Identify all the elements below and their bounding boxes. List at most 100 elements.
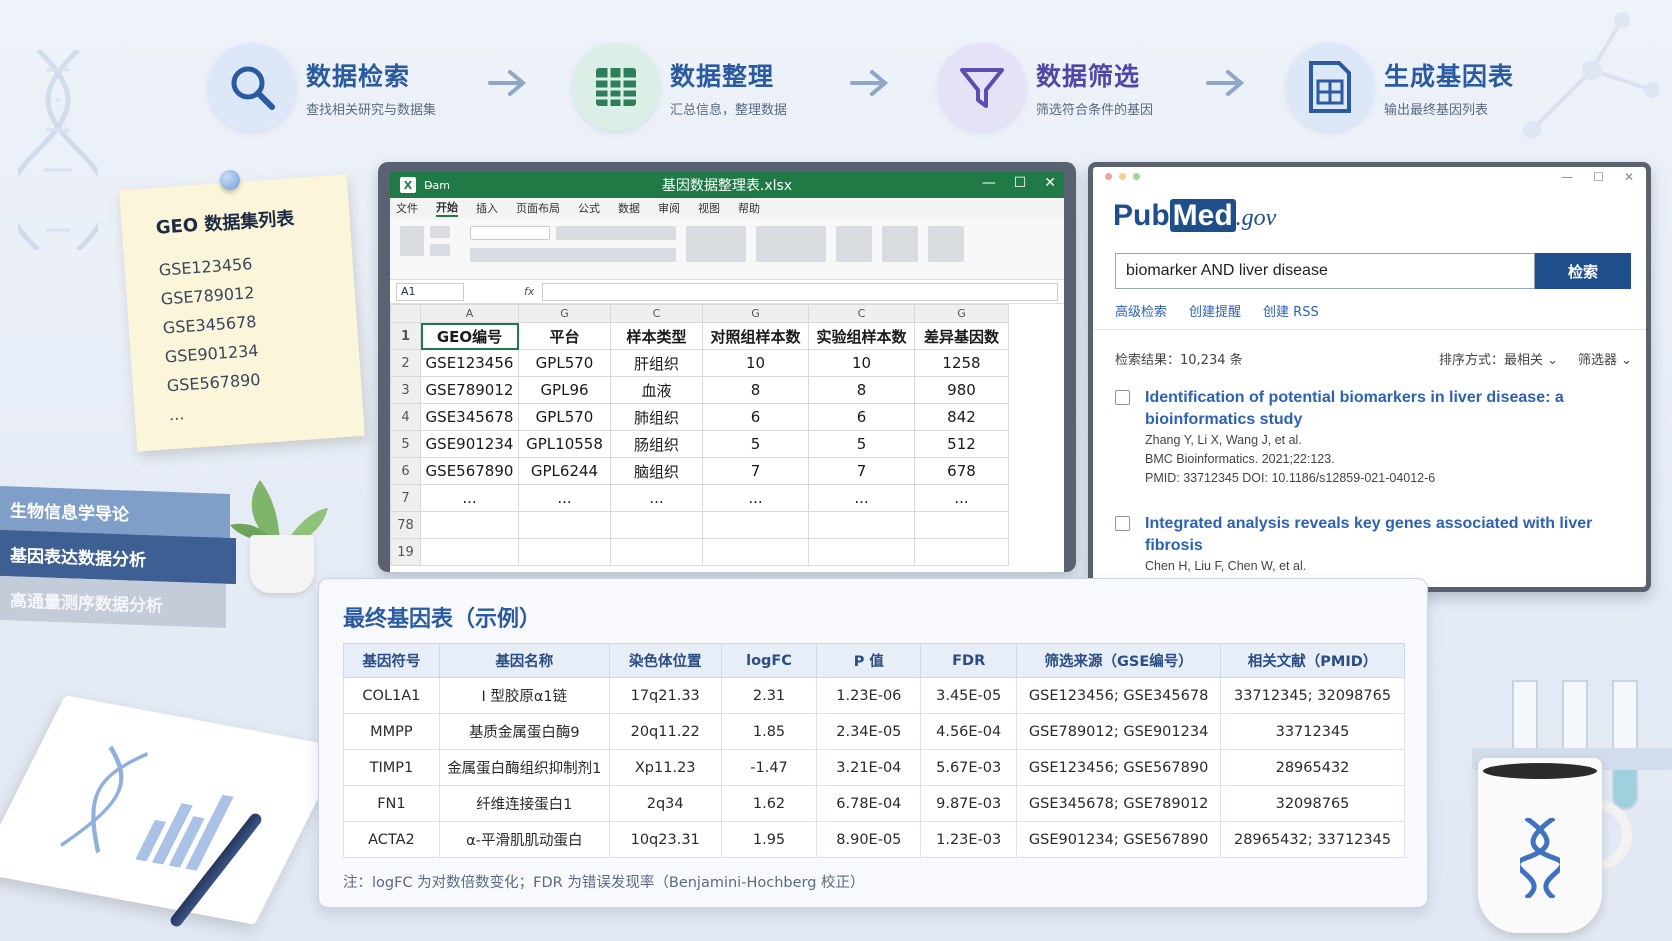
- cell[interactable]: 6: [702, 403, 809, 431]
- menu-review[interactable]: 审阅: [658, 200, 680, 216]
- cell[interactable]: 6: [808, 403, 915, 431]
- cell[interactable]: 脑组织: [610, 457, 703, 485]
- cell[interactable]: 实验组样本数: [808, 322, 915, 350]
- font-tools[interactable]: [556, 226, 676, 240]
- cell[interactable]: [808, 538, 915, 566]
- cell[interactable]: [610, 511, 703, 539]
- close-icon[interactable]: ✕: [1624, 170, 1634, 184]
- cell[interactable]: GPL570: [518, 349, 611, 377]
- conditional-format-icon[interactable]: [836, 226, 872, 262]
- cell[interactable]: ...: [518, 484, 611, 512]
- close-dot-icon[interactable]: [1105, 173, 1112, 180]
- row-header[interactable]: 6: [390, 457, 421, 485]
- cell[interactable]: ...: [914, 484, 1009, 512]
- cell[interactable]: GSE789012: [420, 376, 519, 404]
- cell[interactable]: 5: [808, 430, 915, 458]
- cell[interactable]: 肝组织: [610, 349, 703, 377]
- cell[interactable]: [808, 511, 915, 539]
- column-header[interactable]: C: [808, 304, 915, 323]
- menu-page-layout[interactable]: 页面布局: [516, 200, 560, 216]
- cell[interactable]: 10: [808, 349, 915, 377]
- cell[interactable]: [420, 538, 519, 566]
- menu-insert[interactable]: 插入: [476, 200, 498, 216]
- format-table-icon[interactable]: [882, 226, 918, 262]
- cell[interactable]: 血液: [610, 376, 703, 404]
- row-header[interactable]: 78: [390, 511, 421, 539]
- row-header[interactable]: 5: [390, 430, 421, 458]
- cell[interactable]: GPL570: [518, 403, 611, 431]
- cell[interactable]: 678: [914, 457, 1009, 485]
- alignment-tools[interactable]: [686, 226, 746, 262]
- pubmed-logo[interactable]: Pub Med .gov: [1113, 199, 1276, 233]
- maximize-icon[interactable]: ☐: [1593, 170, 1604, 184]
- cut-icon[interactable]: [430, 226, 450, 238]
- corner-cell[interactable]: [390, 304, 421, 323]
- menu-help[interactable]: 帮助: [738, 200, 760, 216]
- cell[interactable]: ...: [610, 484, 703, 512]
- advanced-search-link[interactable]: 高级检索: [1115, 301, 1167, 320]
- cell[interactable]: GSE567890: [420, 457, 519, 485]
- cell[interactable]: 肠组织: [610, 430, 703, 458]
- formula-input[interactable]: [542, 282, 1058, 301]
- cell[interactable]: [420, 511, 519, 539]
- close-icon[interactable]: ✕: [1044, 175, 1056, 191]
- cell[interactable]: [610, 538, 703, 566]
- result-title-link[interactable]: Integrated analysis reveals key genes as…: [1145, 513, 1635, 557]
- cell[interactable]: GPL96: [518, 376, 611, 404]
- cell[interactable]: ...: [808, 484, 915, 512]
- menu-view[interactable]: 视图: [698, 200, 720, 216]
- name-box[interactable]: A1: [396, 282, 464, 301]
- menu-data[interactable]: 数据: [618, 200, 640, 216]
- cell[interactable]: 平台: [518, 322, 611, 350]
- cell[interactable]: 7: [702, 457, 809, 485]
- cell[interactable]: [702, 511, 809, 539]
- create-rss-link[interactable]: 创建 RSS: [1263, 301, 1319, 320]
- row-header[interactable]: 7: [390, 484, 421, 512]
- cell[interactable]: ...: [420, 484, 519, 512]
- row-header[interactable]: 4: [390, 403, 421, 431]
- row-header[interactable]: 3: [390, 376, 421, 404]
- cell[interactable]: 肺组织: [610, 403, 703, 431]
- sort-dropdown[interactable]: 排序方式：最相关 ⌄: [1439, 349, 1558, 368]
- cell[interactable]: [518, 511, 611, 539]
- row-header[interactable]: 1: [390, 322, 421, 350]
- paste-icon[interactable]: [400, 226, 424, 256]
- minimize-dot-icon[interactable]: [1119, 173, 1126, 180]
- result-title-link[interactable]: Identification of potential biomarkers i…: [1145, 387, 1635, 431]
- menu-home[interactable]: 开始: [436, 199, 458, 217]
- column-header[interactable]: G: [914, 304, 1009, 323]
- menu-file[interactable]: 文件: [396, 200, 418, 216]
- cell[interactable]: GSE123456: [420, 349, 519, 377]
- cell[interactable]: [914, 538, 1009, 566]
- cell[interactable]: GPL6244: [518, 457, 611, 485]
- column-header[interactable]: G: [518, 304, 611, 323]
- cell[interactable]: [518, 538, 611, 566]
- menu-formulas[interactable]: 公式: [578, 200, 600, 216]
- cell[interactable]: 7: [808, 457, 915, 485]
- cell[interactable]: 10: [702, 349, 809, 377]
- search-button[interactable]: 检索: [1535, 253, 1631, 289]
- cell[interactable]: 980: [914, 376, 1009, 404]
- maximize-icon[interactable]: ☐: [1014, 175, 1027, 191]
- row-header[interactable]: 19: [390, 538, 421, 566]
- number-format-tools[interactable]: [756, 226, 826, 262]
- cell[interactable]: GSE901234: [420, 430, 519, 458]
- column-header[interactable]: A: [420, 304, 519, 323]
- minimize-icon[interactable]: —: [1561, 170, 1573, 184]
- cell[interactable]: 1258: [914, 349, 1009, 377]
- create-alert-link[interactable]: 创建提醒: [1189, 301, 1241, 320]
- copy-icon[interactable]: [430, 244, 450, 256]
- maximize-dot-icon[interactable]: [1133, 173, 1140, 180]
- search-input[interactable]: biomarker AND liver disease: [1115, 253, 1535, 289]
- cell[interactable]: 对照组样本数: [702, 322, 809, 350]
- cell-styles-icon[interactable]: [928, 226, 964, 262]
- row-header[interactable]: 2: [390, 349, 421, 377]
- filter-dropdown[interactable]: 筛选器 ⌄: [1578, 349, 1632, 368]
- result-checkbox[interactable]: [1115, 390, 1130, 405]
- format-tools[interactable]: [470, 248, 676, 262]
- cell[interactable]: 5: [702, 430, 809, 458]
- cell[interactable]: GEO编号: [420, 322, 519, 350]
- minimize-icon[interactable]: —: [982, 175, 996, 191]
- cell[interactable]: 样本类型: [610, 322, 703, 350]
- cell[interactable]: 差异基因数: [914, 322, 1009, 350]
